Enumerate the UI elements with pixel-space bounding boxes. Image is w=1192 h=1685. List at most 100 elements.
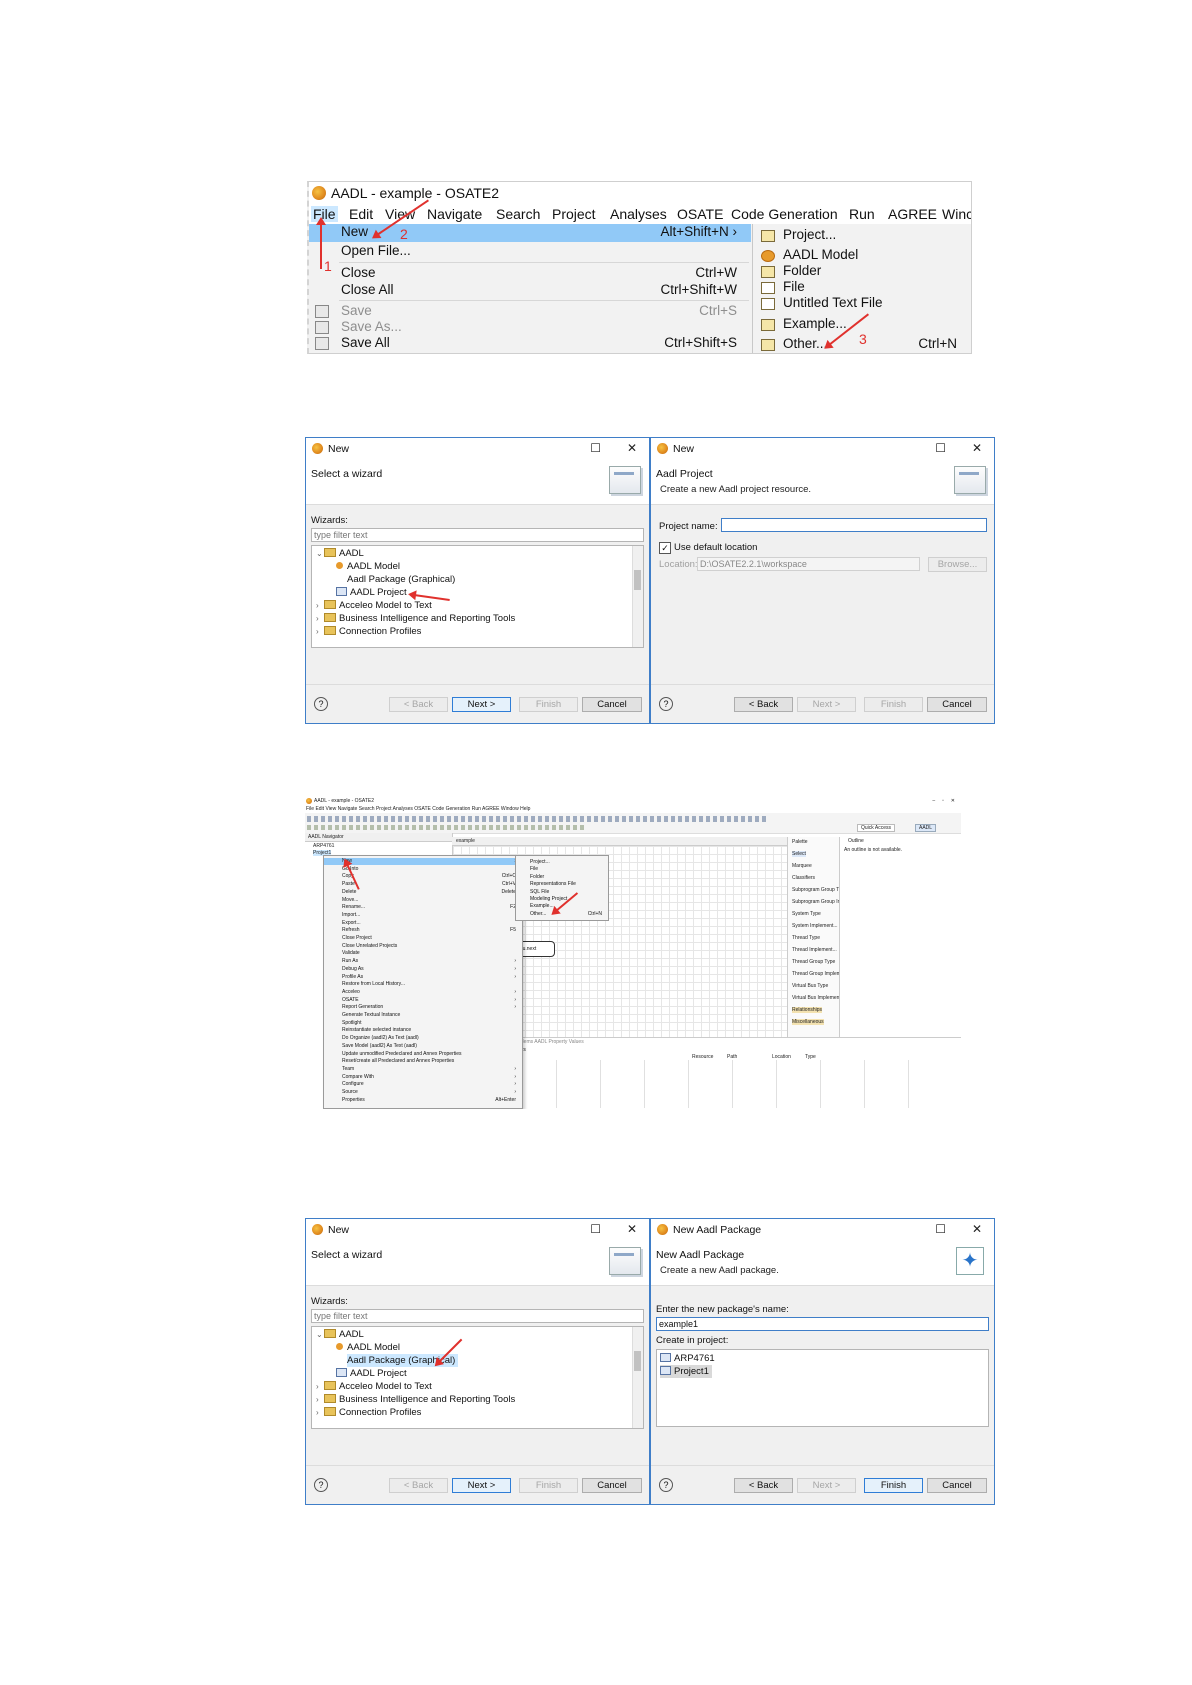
tree-item-aadl[interactable]: ⌄ AADL bbox=[316, 1328, 364, 1341]
palette-item[interactable]: Relationships bbox=[792, 1007, 823, 1013]
context-menu-item[interactable]: Delete Delete bbox=[324, 889, 522, 896]
palette-item[interactable]: Virtual Bus Implement... bbox=[792, 995, 845, 1001]
next-button[interactable]: Next > bbox=[452, 1478, 511, 1493]
package-name-input[interactable]: example1 bbox=[656, 1317, 989, 1331]
menu-search[interactable]: Search bbox=[496, 206, 540, 222]
maximize-icon[interactable]: ☐ bbox=[935, 441, 946, 455]
project-name-input[interactable] bbox=[721, 518, 987, 532]
context-submenu-item[interactable]: Other... Ctrl+N bbox=[516, 911, 608, 918]
context-menu-item[interactable]: Go Into bbox=[324, 866, 522, 873]
context-menu-item[interactable]: Reinstantiate selected instance bbox=[324, 1027, 522, 1034]
maximize-icon[interactable]: ☐ bbox=[590, 441, 601, 455]
submenu-item-aadl-model[interactable]: AADL Model bbox=[753, 247, 971, 264]
project-item-project1[interactable]: Project1 bbox=[660, 1365, 712, 1378]
palette-item[interactable]: Thread Group Type bbox=[792, 959, 835, 965]
menu-window[interactable]: Winc bbox=[942, 206, 971, 222]
browse-button[interactable]: Browse... bbox=[928, 557, 987, 572]
cancel-button[interactable]: Cancel bbox=[582, 1478, 642, 1493]
menu-item-save-all[interactable]: Save All Ctrl+Shift+S bbox=[309, 335, 751, 352]
context-submenu-item[interactable]: SQL File bbox=[516, 889, 608, 896]
quick-access-input[interactable]: Quick Access bbox=[857, 824, 896, 832]
tree-item-birt[interactable]: › Business Intelligence and Reporting Too… bbox=[316, 1393, 515, 1406]
context-menu-item[interactable]: Reset/create all Predeclared and Annex P… bbox=[324, 1058, 522, 1065]
tree-scrollbar[interactable] bbox=[632, 546, 643, 647]
finish-button[interactable]: Finish bbox=[519, 1478, 578, 1493]
maximize-icon[interactable]: ☐ bbox=[935, 1222, 946, 1236]
close-icon[interactable]: ✕ bbox=[627, 1222, 637, 1236]
toolbar-icons[interactable] bbox=[307, 825, 587, 830]
tree-item-connection-profiles[interactable]: › Connection Profiles bbox=[316, 625, 421, 638]
window-controls[interactable]: – ▫ ✕ bbox=[932, 798, 955, 804]
close-icon[interactable]: ✕ bbox=[972, 1222, 982, 1236]
context-submenu-item[interactable]: Modeling Project bbox=[516, 896, 608, 903]
help-icon[interactable]: ? bbox=[314, 1478, 328, 1492]
context-menu-item[interactable]: Do Organize (aadl2) As Text (aadl) bbox=[324, 1035, 522, 1042]
menu-osate[interactable]: OSATE bbox=[677, 206, 723, 222]
context-submenu-item[interactable]: Project... bbox=[516, 859, 608, 866]
menu-item-save[interactable]: Save Ctrl+S bbox=[309, 303, 751, 320]
context-menu-item[interactable]: Profile As › bbox=[324, 974, 522, 981]
tab-example[interactable]: example bbox=[456, 838, 475, 844]
back-button[interactable]: < Back bbox=[734, 697, 793, 712]
context-menu-item[interactable]: Import... bbox=[324, 912, 522, 919]
tree-item-aadl-model[interactable]: AADL Model bbox=[336, 1341, 400, 1354]
context-menu-item[interactable]: Rename... F2 bbox=[324, 904, 522, 911]
palette-item[interactable]: Select bbox=[792, 851, 806, 857]
project-item-arp4761[interactable]: ARP4761 bbox=[660, 1352, 715, 1365]
location-input[interactable]: D:\OSATE2.2.1\workspace bbox=[697, 557, 920, 571]
finish-button[interactable]: Finish bbox=[864, 1478, 923, 1493]
menu-agree[interactable]: AGREE bbox=[888, 206, 937, 222]
wizard-filter-input[interactable]: type filter text bbox=[311, 1309, 644, 1323]
palette-item[interactable]: Thread Implement... bbox=[792, 947, 837, 953]
toolbar-icons[interactable] bbox=[307, 816, 767, 822]
next-button[interactable]: Next > bbox=[797, 1478, 856, 1493]
context-menu-item[interactable]: Move... bbox=[324, 897, 522, 904]
menu-project[interactable]: Project bbox=[552, 206, 596, 222]
use-default-checkbox[interactable]: ✓ bbox=[659, 542, 671, 554]
context-menu-item[interactable]: Report Generation › bbox=[324, 1004, 522, 1011]
finish-button[interactable]: Finish bbox=[864, 697, 923, 712]
menu-item-open-file[interactable]: Open File... bbox=[309, 243, 751, 260]
next-button[interactable]: Next > bbox=[797, 697, 856, 712]
tree-item-aadl[interactable]: ⌄ AADL bbox=[316, 547, 364, 560]
palette-item[interactable]: Classifiers bbox=[792, 875, 815, 881]
context-menu-item[interactable]: Debug As › bbox=[324, 966, 522, 973]
context-menu-item[interactable]: Update unmodified Predeclared and Annex … bbox=[324, 1051, 522, 1058]
palette-item[interactable]: System Type bbox=[792, 911, 821, 917]
help-icon[interactable]: ? bbox=[659, 697, 673, 711]
palette-item[interactable]: Palette bbox=[792, 839, 808, 845]
context-menu-item[interactable]: Properties Alt+Enter bbox=[324, 1097, 522, 1104]
context-menu-item[interactable]: Compare With › bbox=[324, 1074, 522, 1081]
next-button[interactable]: Next > bbox=[452, 697, 511, 712]
menu-run[interactable]: Run bbox=[849, 206, 875, 222]
context-menu-item[interactable]: Configure › bbox=[324, 1081, 522, 1088]
back-button[interactable]: < Back bbox=[389, 1478, 448, 1493]
menu-code-generation[interactable]: Code Generation bbox=[731, 206, 838, 222]
project-list[interactable]: ARP4761 Project1 bbox=[656, 1349, 989, 1427]
tree-item-aadl-project[interactable]: AADL Project bbox=[336, 586, 407, 599]
submenu-item-file[interactable]: File bbox=[753, 279, 971, 296]
tree-item-birt[interactable]: › Business Intelligence and Reporting Too… bbox=[316, 612, 515, 625]
tree-item-aadl-model[interactable]: AADL Model bbox=[336, 560, 400, 573]
back-button[interactable]: < Back bbox=[389, 697, 448, 712]
menu-edit[interactable]: Edit bbox=[349, 206, 373, 222]
back-button[interactable]: < Back bbox=[734, 1478, 793, 1493]
context-menu-item[interactable]: Validate bbox=[324, 950, 522, 957]
context-menu-item[interactable]: Generate Textual Instance bbox=[324, 1012, 522, 1019]
palette-item[interactable]: System Implement... bbox=[792, 923, 838, 929]
submenu-item-project[interactable]: Project... bbox=[753, 227, 971, 244]
context-submenu-item[interactable]: Representations File bbox=[516, 881, 608, 888]
palette-item[interactable]: Thread Type bbox=[792, 935, 820, 941]
palette-item[interactable]: Miscellaneous bbox=[792, 1019, 824, 1025]
tree-item-connection-profiles[interactable]: › Connection Profiles bbox=[316, 1406, 421, 1419]
wizard-filter-input[interactable]: type filter text bbox=[311, 528, 644, 542]
submenu-item-untitled-text-file[interactable]: Untitled Text File bbox=[753, 295, 971, 312]
submenu-item-folder[interactable]: Folder bbox=[753, 263, 971, 280]
wizard-tree[interactable]: ⌄ AADL AADL Model Aadl Package (Graphical… bbox=[311, 545, 644, 648]
wizard-tree[interactable]: ⌄ AADL AADL Model Aadl Package (Graphical… bbox=[311, 1326, 644, 1429]
context-menu-item[interactable]: Run As › bbox=[324, 958, 522, 965]
tree-item-aadl-project[interactable]: AADL Project bbox=[336, 1367, 407, 1380]
menu-navigate[interactable]: Navigate bbox=[427, 206, 482, 222]
menu-analyses[interactable]: Analyses bbox=[610, 206, 667, 222]
context-submenu-item[interactable]: File bbox=[516, 866, 608, 873]
